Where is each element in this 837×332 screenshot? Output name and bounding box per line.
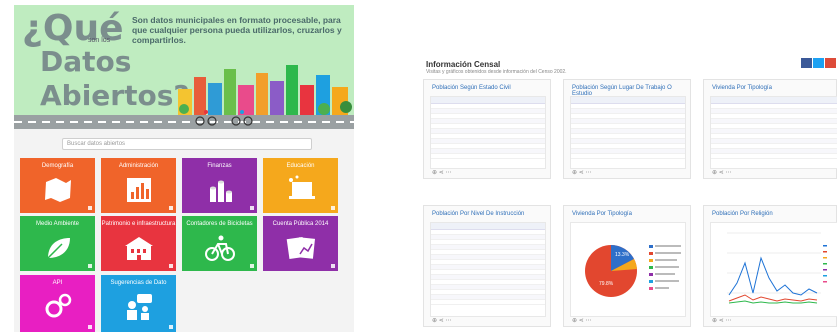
census-title: Información Censal — [426, 60, 501, 69]
tile-label: API — [52, 280, 63, 286]
tile-label: Medio Ambiente — [35, 221, 80, 227]
building-icon — [125, 237, 153, 260]
bicycle-icon — [205, 235, 235, 261]
line-chart-area — [710, 222, 837, 317]
card-lugar-trabajo: Población Según Lugar De Trabajo O Estud… — [563, 79, 691, 179]
hero-datos-text: Datos — [40, 45, 132, 78]
page: ¿Qué son los Datos Abiertos? Son datos m… — [0, 0, 837, 332]
tile-demografia[interactable]: Demografía — [20, 158, 95, 213]
bar-chart-icon — [127, 178, 151, 202]
pie-chart-area: 13.3% 79.8% — [570, 222, 686, 317]
census-subtitle: Visitas y gráficos obtenidos desde infor… — [426, 69, 567, 75]
data-table — [430, 222, 546, 317]
card-title: Población Por Nivel De Instrucción — [432, 211, 525, 217]
social-share-bar — [801, 58, 837, 68]
tile-sugerencias[interactable]: Sugerencias de Dato — [101, 275, 176, 332]
card-title: Población Por Religión — [712, 211, 773, 217]
hero-son-los-text: son los — [88, 37, 111, 44]
tile-finanzas[interactable]: Finanzas — [182, 158, 257, 213]
tile-label: Demografía — [41, 163, 74, 169]
tile-label: Contadores de Bicicletas — [186, 221, 253, 227]
pie-label-small: 13.3% — [615, 252, 630, 258]
card-actions[interactable]: ⊕ ⋖ ⋯ — [712, 317, 731, 324]
pie-label-large: 79.8% — [599, 281, 614, 287]
card-actions[interactable]: ⊕ ⋖ ⋯ — [432, 169, 451, 176]
open-data-panel: ¿Qué son los Datos Abiertos? Son datos m… — [14, 5, 354, 332]
tile-corner-mark — [331, 206, 335, 210]
tile-corner-mark — [88, 325, 92, 329]
data-table — [430, 96, 546, 169]
card-actions[interactable]: ⊕ ⋖ ⋯ — [432, 317, 451, 324]
tile-label: Finanzas — [207, 163, 232, 169]
bicycle-riders-illustration — [195, 110, 253, 126]
tile-label: Sugerencias de Dato — [110, 280, 167, 286]
tile-corner-mark — [169, 325, 173, 329]
hero-abiertos-text: Abiertos? — [40, 79, 190, 112]
card-actions[interactable]: ⊕ ⋖ ⋯ — [712, 169, 731, 176]
tile-corner-mark — [250, 206, 254, 210]
tile-medio-ambiente[interactable]: Medio Ambiente — [20, 216, 95, 271]
leaf-icon — [47, 238, 70, 259]
hero-banner: ¿Qué son los Datos Abiertos? Son datos m… — [14, 5, 354, 129]
tile-corner-mark — [250, 264, 254, 268]
tile-corner-mark — [88, 206, 92, 210]
tile-educacion[interactable]: Educación — [263, 158, 338, 213]
gears-icon — [45, 293, 72, 318]
line-chart — [727, 232, 827, 304]
tile-label: Administración — [118, 163, 159, 169]
card-nivel-instruccion: Población Por Nivel De Instrucción ⊕ ⋖ ⋯ — [423, 205, 551, 327]
tile-label: Patrimonio e infraestructura — [101, 221, 176, 227]
road-strip — [14, 115, 354, 129]
facebook-icon[interactable] — [801, 58, 812, 68]
tile-corner-mark — [331, 264, 335, 268]
laptop-icon — [289, 175, 315, 199]
tile-contadores-bicicletas[interactable]: Contadores de Bicicletas — [182, 216, 257, 271]
card-title: Vivienda Por Tipología — [572, 211, 632, 217]
card-actions[interactable]: ⊕ ⋖ ⋯ — [572, 317, 591, 324]
card-actions[interactable]: ⊕ ⋖ ⋯ — [572, 169, 591, 176]
search-input[interactable]: Buscar datos abiertos — [62, 138, 312, 150]
data-table — [710, 96, 837, 169]
tile-corner-mark — [169, 264, 173, 268]
tile-label: Educación — [286, 163, 315, 169]
card-title: Vivienda Por Tipología — [712, 85, 772, 91]
tile-label: Cuenta Pública 2014 — [272, 221, 329, 227]
chart-papers-icon — [286, 236, 316, 260]
card-vivienda-pie: Vivienda Por Tipología 13.3% 79.8% ⊕ ⋖ ⋯ — [563, 205, 691, 327]
tile-corner-mark — [169, 206, 173, 210]
tile-corner-mark — [88, 264, 92, 268]
tile-patrimonio[interactable]: Patrimonio e infraestructura — [101, 216, 176, 271]
data-table — [570, 96, 686, 169]
hero-description: Son datos municipales en formato procesa… — [132, 15, 342, 45]
card-vivienda-tipologia: Vivienda Por Tipología ⊕ ⋖ ⋯ — [703, 79, 837, 179]
tile-api[interactable]: API — [20, 275, 95, 332]
card-title: Población Según Estado Civil — [432, 85, 511, 91]
people-icon — [127, 294, 152, 320]
tile-administracion[interactable]: Administración — [101, 158, 176, 213]
twitter-icon[interactable] — [813, 58, 824, 68]
line-legend — [823, 245, 827, 283]
coins-icon — [210, 180, 232, 202]
pie-chart: 13.3% 79.8% — [585, 245, 681, 297]
card-estado-civil: Población Según Estado Civil ⊕ ⋖ ⋯ — [423, 79, 551, 179]
census-panel: Información Censal Visitas y gráficos ob… — [417, 55, 837, 332]
pie-legend — [649, 245, 681, 290]
tile-cuenta-publica[interactable]: Cuenta Pública 2014 — [263, 216, 338, 271]
card-religion: Población Por Religión ⊕ ⋖ ⋯ — [703, 205, 837, 327]
map-icon — [45, 178, 71, 202]
google-plus-icon[interactable] — [825, 58, 836, 68]
